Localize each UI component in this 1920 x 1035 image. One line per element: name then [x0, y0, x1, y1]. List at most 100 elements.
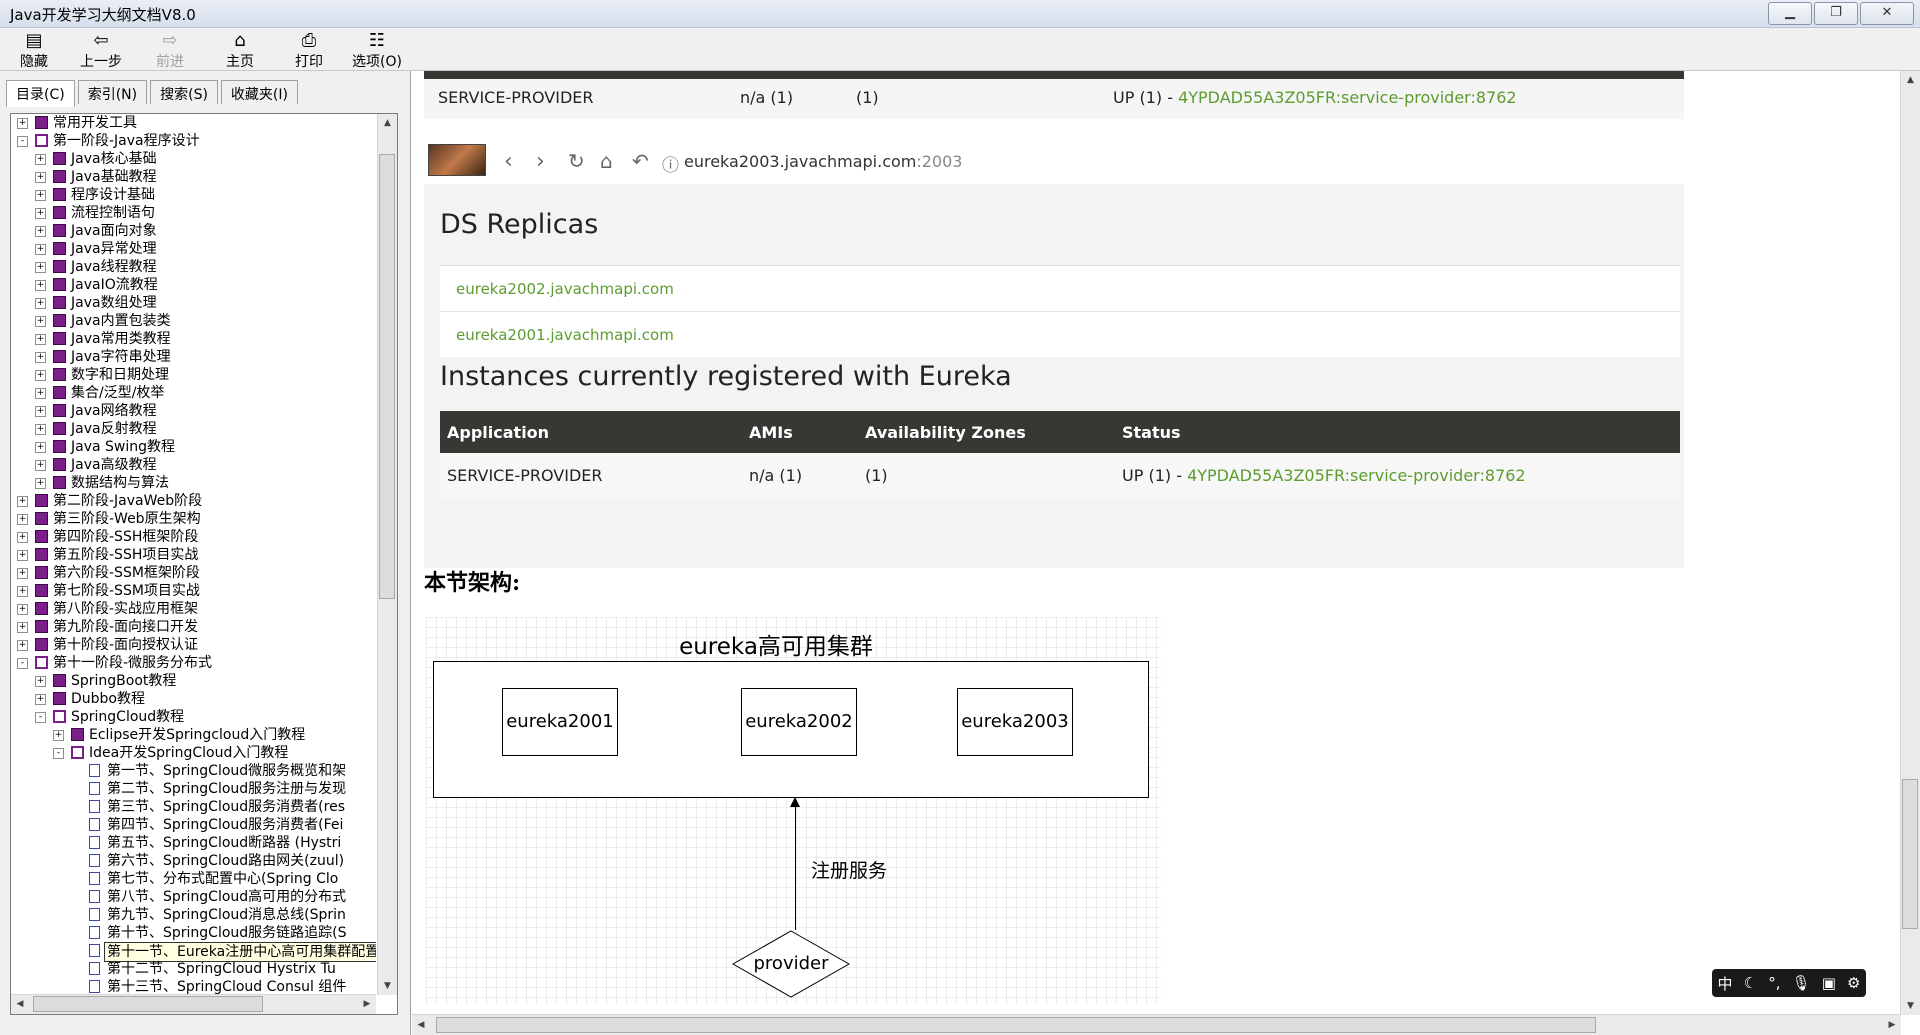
hide-button[interactable]: ▤ 隐藏 [20, 30, 48, 71]
scroll-down-arrow-icon[interactable]: ▼ [1901, 997, 1920, 1015]
tree-item[interactable]: + Java数组处理 [11, 294, 376, 312]
tree-item[interactable]: + 第二阶段-JavaWeb阶段 [11, 492, 376, 510]
tree-item[interactable]: + Java常用类教程 [11, 330, 376, 348]
ime-item-icon[interactable]: ▣ [1822, 974, 1836, 992]
tree-item[interactable]: + Java线程教程 [11, 258, 376, 276]
tree-horizontal-scrollbar[interactable]: ◀ ▶ [11, 994, 376, 1014]
ime-item-icon[interactable]: 中 [1718, 973, 1733, 994]
tree-item[interactable]: + 第七阶段-SSM项目实战 [11, 582, 376, 600]
expand-icon[interactable]: + [35, 208, 46, 219]
minimize-button[interactable]: ▁ [1768, 2, 1812, 25]
row-status-link[interactable]: 4YPDAD55A3Z05FR:service-provider:8762 [1187, 466, 1526, 485]
tree-item[interactable]: + Java网络教程 [11, 402, 376, 420]
expand-icon[interactable]: + [35, 352, 46, 363]
tree-item[interactable]: + Java高级教程 [11, 456, 376, 474]
expand-icon[interactable]: + [35, 478, 46, 489]
expand-icon[interactable]: + [53, 730, 64, 741]
scroll-up-arrow-icon[interactable]: ▲ [378, 114, 397, 132]
tree-item[interactable]: + Dubbo教程 [11, 690, 376, 708]
tree-item[interactable]: + 数字和日期处理 [11, 366, 376, 384]
expand-icon[interactable]: + [35, 676, 46, 687]
expand-icon[interactable]: + [35, 370, 46, 381]
tree-item[interactable]: + 常用开发工具 [11, 114, 376, 132]
tree-item[interactable]: + Java字符串处理 [11, 348, 376, 366]
expand-icon[interactable]: + [35, 388, 46, 399]
nav-tab[interactable]: 索引(N) [77, 80, 148, 104]
ime-item-icon[interactable]: ⚙ [1847, 974, 1860, 992]
tree-item[interactable]: + 数据结构与算法 [11, 474, 376, 492]
nav-tab[interactable]: 收藏夹(I) [220, 80, 298, 104]
expand-icon[interactable]: + [35, 298, 46, 309]
expand-icon[interactable]: + [17, 640, 28, 651]
back-button[interactable]: ⇦ 上一步 [80, 30, 122, 71]
tree-item[interactable]: 第二节、SpringCloud服务注册与发现 [11, 780, 376, 798]
tree-item[interactable]: 第九节、SpringCloud消息总线(Sprin [11, 906, 376, 924]
expand-icon[interactable]: + [35, 424, 46, 435]
scroll-down-arrow-icon[interactable]: ▼ [378, 977, 397, 995]
maximize-button[interactable]: ❐ [1814, 2, 1858, 25]
scroll-left-arrow-icon[interactable]: ◀ [11, 995, 29, 1014]
tree-item[interactable]: - Idea开发SpringCloud入门教程 [11, 744, 376, 762]
tree-item[interactable]: + 集合/泛型/枚举 [11, 384, 376, 402]
expand-icon[interactable]: + [35, 244, 46, 255]
tree-vertical-scrollbar[interactable]: ▲ ▼ [377, 114, 397, 995]
tree-scroll-thumb[interactable] [379, 154, 395, 599]
scroll-left-arrow-icon[interactable]: ◀ [412, 1015, 430, 1035]
expand-icon[interactable]: + [17, 118, 28, 129]
tree-item[interactable]: 第三节、SpringCloud服务消费者(res [11, 798, 376, 816]
expand-icon[interactable]: + [17, 514, 28, 525]
expand-icon[interactable]: + [35, 280, 46, 291]
expand-icon[interactable]: + [35, 316, 46, 327]
expand-icon[interactable]: + [17, 496, 28, 507]
tree-item[interactable]: 第四节、SpringCloud服务消费者(Fei [11, 816, 376, 834]
top-row-status-link[interactable]: 4YPDAD55A3Z05FR:service-provider:8762 [1178, 88, 1517, 107]
tree-item[interactable]: + SpringBoot教程 [11, 672, 376, 690]
nav-tab[interactable]: 目录(C) [6, 80, 75, 107]
expand-icon[interactable]: + [17, 586, 28, 597]
collapse-icon[interactable]: - [35, 712, 46, 723]
expand-icon[interactable]: + [17, 604, 28, 615]
tree-item[interactable]: + JavaIO流教程 [11, 276, 376, 294]
expand-icon[interactable]: + [35, 190, 46, 201]
ime-item-icon[interactable]: °, [1768, 974, 1780, 992]
tree-item[interactable]: 第七节、分布式配置中心(Spring Clo [11, 870, 376, 888]
tree-item[interactable]: 第十二节、SpringCloud Hystrix Tu [11, 960, 376, 978]
tree-item[interactable]: + 第八阶段-实战应用框架 [11, 600, 376, 618]
tree-item[interactable]: + 第十阶段-面向授权认证 [11, 636, 376, 654]
tree-item[interactable]: + Java异常处理 [11, 240, 376, 258]
tree-item[interactable]: + 第五阶段-SSH项目实战 [11, 546, 376, 564]
tree-item[interactable]: + 流程控制语句 [11, 204, 376, 222]
tree-item[interactable]: 第一节、SpringCloud微服务概览和架 [11, 762, 376, 780]
content-vertical-scrollbar[interactable]: ▲ ▼ [1900, 71, 1920, 1015]
scroll-up-arrow-icon[interactable]: ▲ [1901, 71, 1920, 89]
close-button[interactable]: ✕ [1860, 2, 1914, 25]
content-scroll-thumb[interactable] [1902, 779, 1918, 929]
tree-hscroll-thumb[interactable] [33, 996, 263, 1012]
print-button[interactable]: ⎙ 打印 [295, 30, 323, 71]
expand-icon[interactable]: + [35, 406, 46, 417]
tree-item[interactable]: + Eclipse开发Springcloud入门教程 [11, 726, 376, 744]
expand-icon[interactable]: + [35, 262, 46, 273]
expand-icon[interactable]: + [17, 532, 28, 543]
ime-item-icon[interactable]: ☾ [1744, 974, 1757, 992]
tree-item[interactable]: + 第四阶段-SSH框架阶段 [11, 528, 376, 546]
expand-icon[interactable]: + [35, 334, 46, 345]
tree-item[interactable]: + Java基础教程 [11, 168, 376, 186]
collapse-icon[interactable]: - [17, 658, 28, 669]
expand-icon[interactable]: + [17, 568, 28, 579]
tree-item[interactable]: + Java面向对象 [11, 222, 376, 240]
options-button[interactable]: ☷ 选项(O) [352, 30, 402, 71]
tree-item[interactable]: - 第十一阶段-微服务分布式 [11, 654, 376, 672]
nav-tab[interactable]: 搜索(S) [150, 80, 218, 104]
tree-item[interactable]: + Java Swing教程 [11, 438, 376, 456]
contents-tree[interactable]: + 常用开发工具 - 第一阶段-Java程序设计 + Java核心基础 + Java基础教程 +… [11, 114, 376, 995]
tree-item[interactable]: 第八节、SpringCloud高可用的分布式 [11, 888, 376, 906]
replica-link[interactable]: eureka2002.javachmapi.com [456, 280, 674, 298]
home-button[interactable]: ⌂ 主页 [226, 30, 254, 71]
collapse-icon[interactable]: - [53, 748, 64, 759]
ime-toolbar[interactable]: 中 ☾ °, 🎙 ▣ ⚙ [1712, 969, 1866, 997]
ime-item-icon[interactable]: 🎙 [1792, 974, 1811, 992]
tree-item[interactable]: + 第六阶段-SSM框架阶段 [11, 564, 376, 582]
tree-item[interactable]: 第十一节、Eureka注册中心高可用集群配置 [11, 942, 376, 962]
tree-item[interactable]: + 程序设计基础 [11, 186, 376, 204]
